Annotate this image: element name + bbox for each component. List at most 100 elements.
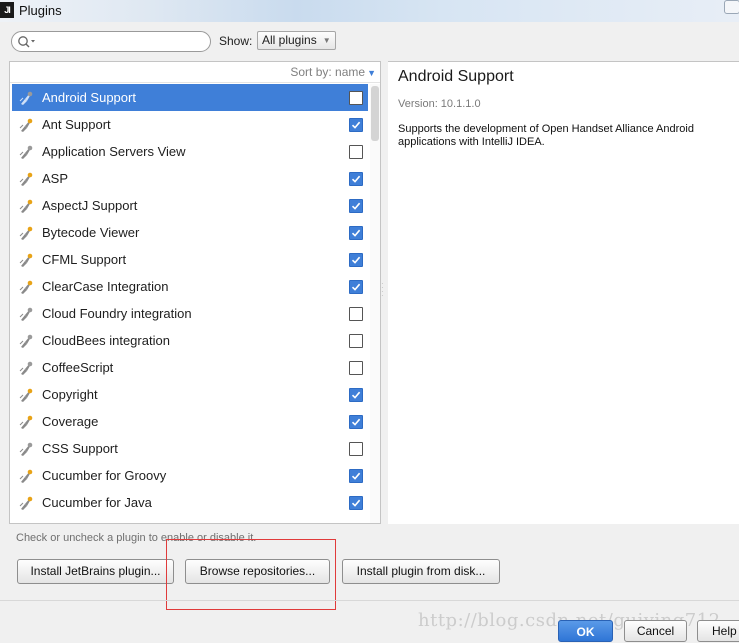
check-icon <box>351 417 361 427</box>
check-icon <box>351 282 361 292</box>
check-icon <box>351 228 361 238</box>
plugin-list: Android Support Ant Support Application Se… <box>12 84 368 524</box>
browse-repositories-button[interactable]: Browse repositories... <box>185 559 330 584</box>
plugin-enable-checkbox[interactable] <box>349 442 363 456</box>
check-icon <box>351 201 361 211</box>
plugin-enable-checkbox[interactable] <box>349 361 363 375</box>
plugin-icon <box>18 333 34 349</box>
plugin-row[interactable]: CSS Support <box>12 435 368 462</box>
scrollbar-thumb[interactable] <box>371 86 379 141</box>
plugin-icon <box>18 171 34 187</box>
plugin-row[interactable]: Coverage <box>12 408 368 435</box>
hint-text: Check or uncheck a plugin to enable or d… <box>16 532 256 544</box>
plugin-detail-panel: Android Support Version: 10.1.1.0 Suppor… <box>388 61 739 524</box>
search-input[interactable] <box>40 34 205 49</box>
plugin-enable-checkbox[interactable] <box>349 145 363 159</box>
plugin-row[interactable]: Copyright <box>12 381 368 408</box>
footer-divider <box>0 600 739 601</box>
show-filter-value: All plugins <box>262 33 317 47</box>
plugin-enable-checkbox[interactable] <box>349 91 363 105</box>
plugin-icon <box>18 279 34 295</box>
plugin-row[interactable]: Android Support <box>12 84 368 111</box>
sort-label: Sort by: name <box>290 65 365 79</box>
plugin-row[interactable]: CVS Integration <box>12 516 368 524</box>
plugin-list-panel: Sort by: name▼ Android Support Ant Suppor… <box>9 61 381 524</box>
plugin-enable-checkbox[interactable] <box>349 496 363 510</box>
plugin-name: Ant Support <box>42 117 111 132</box>
plugin-row[interactable]: ClearCase Integration <box>12 273 368 300</box>
install-plugin-from-disk-button[interactable]: Install plugin from disk... <box>342 559 500 584</box>
plugin-enable-checkbox[interactable] <box>349 280 363 294</box>
plugin-name: ASP <box>42 171 68 186</box>
cancel-button[interactable]: Cancel <box>624 620 687 642</box>
plugin-icon <box>18 117 34 133</box>
plugin-row[interactable]: CloudBees integration <box>12 327 368 354</box>
plugin-enable-checkbox[interactable] <box>349 253 363 267</box>
plugin-row[interactable]: CFML Support <box>12 246 368 273</box>
plugin-name: CVS Integration <box>42 522 134 524</box>
plugin-name: CSS Support <box>42 441 118 456</box>
intellij-logo-icon: JI <box>0 2 14 18</box>
plugin-icon <box>18 522 34 524</box>
plugin-name: CFML Support <box>42 252 126 267</box>
title-bar: JI Plugins <box>0 0 739 22</box>
plugin-icon <box>18 441 34 457</box>
ok-button[interactable]: OK <box>558 620 613 642</box>
plugin-row[interactable]: ASP <box>12 165 368 192</box>
plugin-row[interactable]: CoffeeScript <box>12 354 368 381</box>
splitter-grip-icon[interactable]: ···· <box>381 282 385 300</box>
plugin-row[interactable]: Bytecode Viewer <box>12 219 368 246</box>
plugin-name: CoffeeScript <box>42 360 113 375</box>
plugin-enable-checkbox[interactable] <box>349 415 363 429</box>
plugin-row[interactable]: Application Servers View <box>12 138 368 165</box>
plugin-name: Cucumber for Java <box>42 495 152 510</box>
plugin-name: Coverage <box>42 414 98 429</box>
plugin-name: Cucumber for Groovy <box>42 468 166 483</box>
plugin-icon <box>18 387 34 403</box>
show-filter-dropdown[interactable]: All plugins ▼ <box>257 31 336 50</box>
plugin-row[interactable]: Cloud Foundry integration <box>12 300 368 327</box>
check-icon <box>351 255 361 265</box>
plugin-icon <box>18 144 34 160</box>
plugin-enable-checkbox[interactable] <box>349 307 363 321</box>
plugin-name: AspectJ Support <box>42 198 137 213</box>
plugin-icon <box>18 90 34 106</box>
window-title: Plugins <box>19 3 62 18</box>
plugin-name: Copyright <box>42 387 98 402</box>
plugin-name: Android Support <box>42 90 136 105</box>
install-jetbrains-plugin-button[interactable]: Install JetBrains plugin... <box>17 559 174 584</box>
plugin-enable-checkbox[interactable] <box>349 199 363 213</box>
plugin-enable-checkbox[interactable] <box>349 118 363 132</box>
chevron-down-icon: ▼ <box>323 32 331 49</box>
plugin-enable-checkbox[interactable] <box>349 172 363 186</box>
plugin-icon <box>18 198 34 214</box>
search-box[interactable] <box>11 31 211 52</box>
sort-by-header[interactable]: Sort by: name▼ <box>10 62 380 83</box>
plugin-name: CloudBees integration <box>42 333 170 348</box>
plugin-enable-checkbox[interactable] <box>349 226 363 240</box>
list-scrollbar[interactable] <box>370 84 380 524</box>
plugin-name: Cloud Foundry integration <box>42 306 192 321</box>
search-icon[interactable] <box>17 34 37 50</box>
window-control-button[interactable] <box>724 0 739 14</box>
plugin-row[interactable]: AspectJ Support <box>12 192 368 219</box>
plugin-enable-checkbox[interactable] <box>349 523 363 524</box>
plugin-icon <box>18 360 34 376</box>
plugin-enable-checkbox[interactable] <box>349 334 363 348</box>
plugin-name: ClearCase Integration <box>42 279 168 294</box>
plugin-icon <box>18 306 34 322</box>
check-icon <box>351 174 361 184</box>
plugin-row[interactable]: Ant Support <box>12 111 368 138</box>
detail-plugin-name: Android Support <box>398 68 514 86</box>
plugin-icon <box>18 468 34 484</box>
plugin-enable-checkbox[interactable] <box>349 469 363 483</box>
show-label: Show: <box>219 34 252 48</box>
detail-plugin-version: Version: 10.1.1.0 <box>398 98 481 110</box>
plugin-row[interactable]: Cucumber for Java <box>12 489 368 516</box>
help-button[interactable]: Help <box>697 620 739 642</box>
plugin-name: Application Servers View <box>42 144 186 159</box>
plugin-icon <box>18 414 34 430</box>
plugin-row[interactable]: Cucumber for Groovy <box>12 462 368 489</box>
plugin-enable-checkbox[interactable] <box>349 388 363 402</box>
plugin-icon <box>18 495 34 511</box>
